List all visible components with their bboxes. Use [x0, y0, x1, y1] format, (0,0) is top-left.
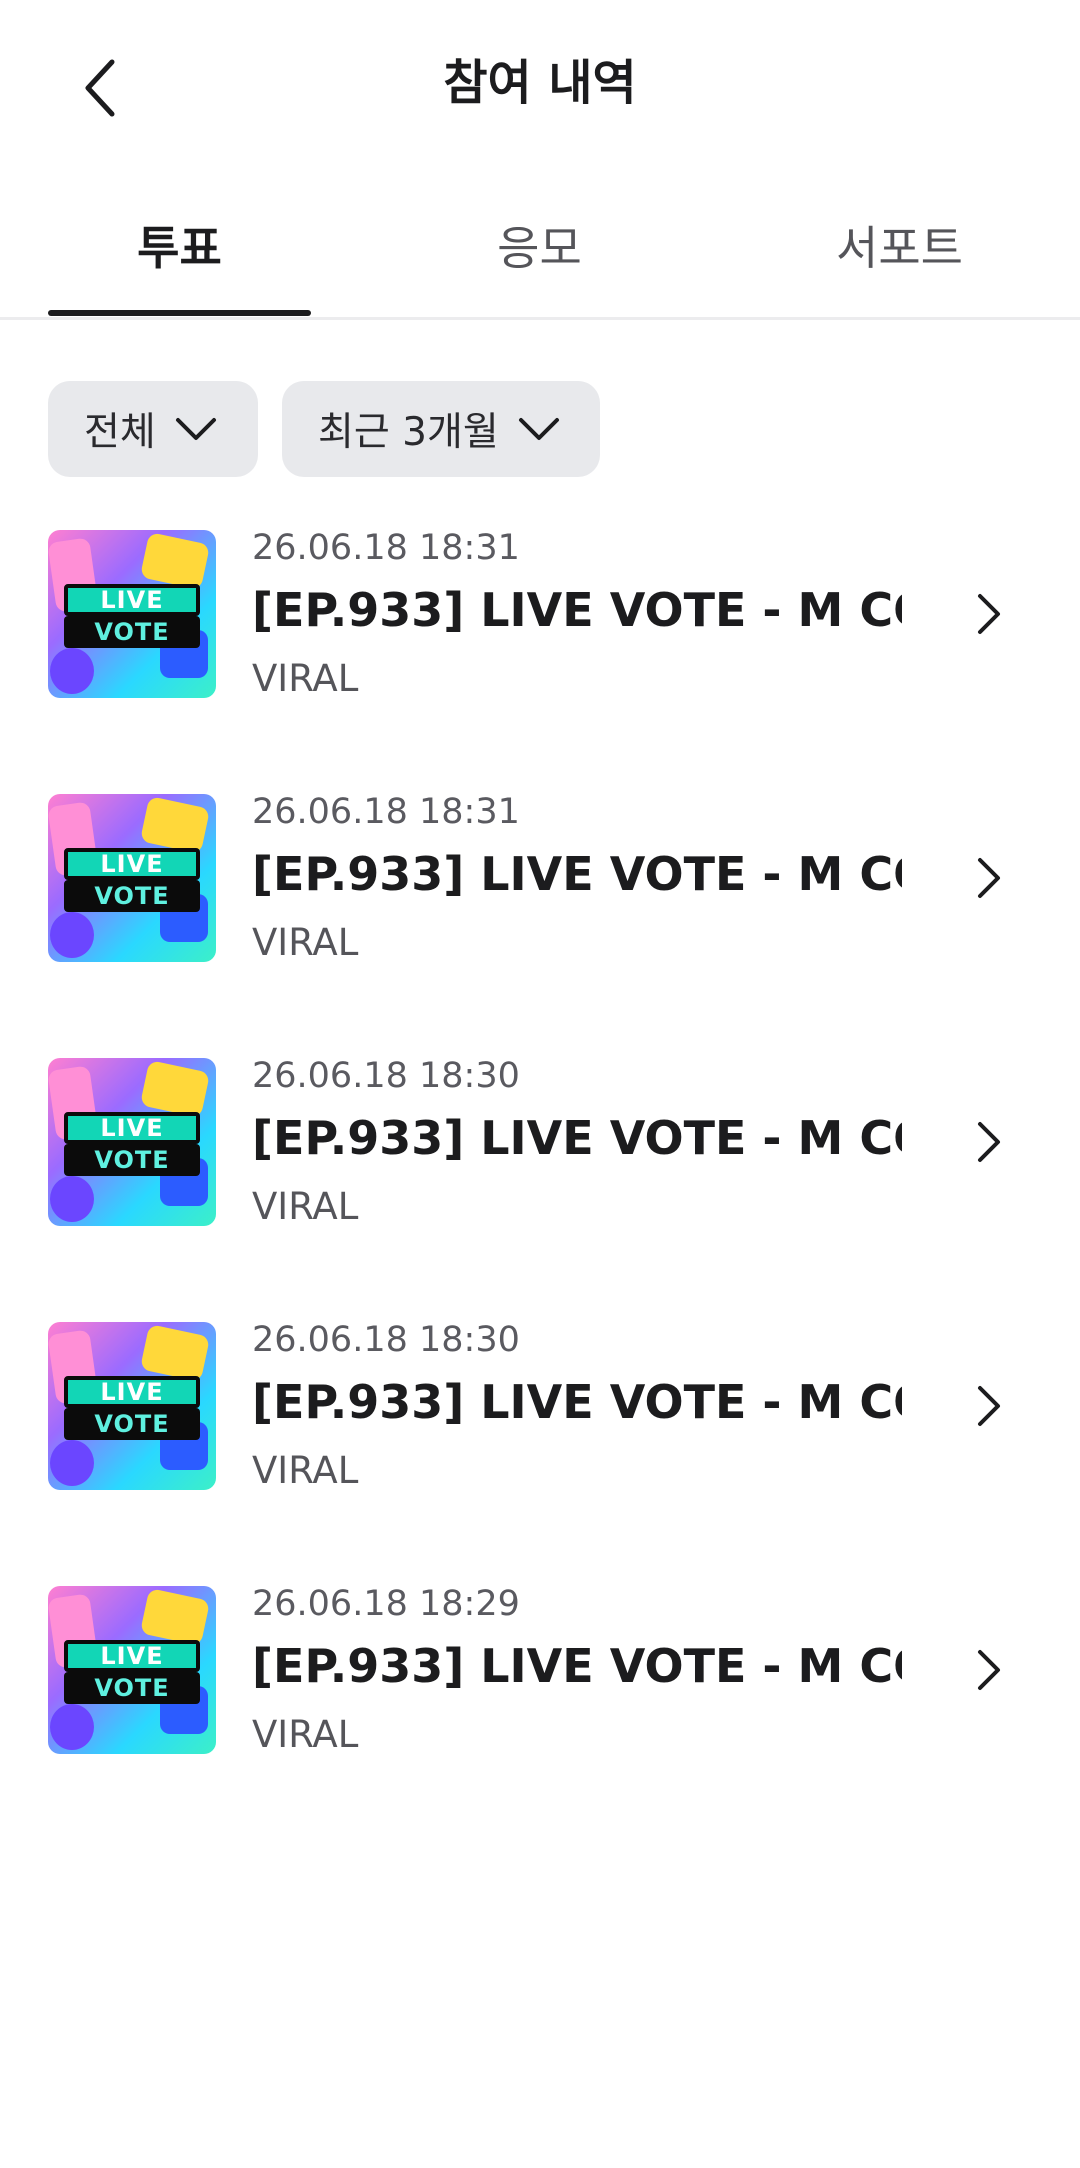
item-title: [EP.933] LIVE VOTE - M CO...	[252, 1375, 902, 1429]
item-date: 26.06.18 18:30	[252, 1320, 520, 1360]
item-date: 26.06.18 18:31	[252, 792, 520, 832]
thumbnail-text-vote: VOTE	[64, 1672, 200, 1704]
item-date: 26.06.18 18:30	[252, 1056, 520, 1096]
item-source: VIRAL	[252, 1185, 359, 1228]
item-source: VIRAL	[252, 921, 359, 964]
category-filter-dropdown[interactable]: 전체	[48, 381, 258, 477]
tab-bar: 투표 응모 서포트	[0, 195, 1080, 320]
thumbnail-text-live: LIVE	[64, 1640, 200, 1672]
active-tab-indicator	[48, 310, 311, 316]
chevron-right-icon	[964, 584, 1014, 644]
item-source: VIRAL	[252, 657, 359, 700]
chevron-right-icon	[964, 1112, 1014, 1172]
chevron-down-icon	[174, 407, 218, 451]
item-source: VIRAL	[252, 1449, 359, 1492]
live-vote-thumbnail: LIVE VOTE	[48, 530, 216, 698]
list-item[interactable]: LIVE VOTE 26.06.18 18:31 [EP.933] LIVE V…	[0, 528, 1080, 792]
top-app-bar: 참여 내역	[0, 0, 1080, 165]
thumbnail-text-vote: VOTE	[64, 880, 200, 912]
page-title: 참여 내역	[443, 55, 637, 111]
tab-support[interactable]: 서포트	[768, 213, 1031, 283]
item-title: [EP.933] LIVE VOTE - M CO...	[252, 847, 902, 901]
live-vote-thumbnail: LIVE VOTE	[48, 1586, 216, 1754]
live-vote-thumbnail: LIVE VOTE	[48, 1058, 216, 1226]
list-item[interactable]: LIVE VOTE 26.06.18 18:31 [EP.933] LIVE V…	[0, 792, 1080, 1056]
list-item[interactable]: LIVE VOTE 26.06.18 18:29 [EP.933] LIVE V…	[0, 1584, 1080, 1848]
live-vote-thumbnail: LIVE VOTE	[48, 1322, 216, 1490]
thumbnail-text-vote: VOTE	[64, 616, 200, 648]
item-date: 26.06.18 18:29	[252, 1584, 520, 1624]
item-title: [EP.933] LIVE VOTE - M CO...	[252, 1639, 902, 1693]
thumbnail-text-live: LIVE	[64, 1376, 200, 1408]
item-title: [EP.933] LIVE VOTE - M CO...	[252, 1111, 902, 1165]
thumbnail-text-live: LIVE	[64, 584, 200, 616]
period-filter-label: 최근 3개월	[318, 410, 499, 455]
chevron-right-icon	[964, 1376, 1014, 1436]
thumbnail-text-vote: VOTE	[64, 1408, 200, 1440]
tab-vote[interactable]: 투표	[48, 213, 311, 283]
item-source: VIRAL	[252, 1713, 359, 1756]
thumbnail-text-live: LIVE	[64, 848, 200, 880]
thumbnail-text-vote: VOTE	[64, 1144, 200, 1176]
chevron-right-icon	[964, 1640, 1014, 1700]
thumbnail-text-live: LIVE	[64, 1112, 200, 1144]
list-item[interactable]: LIVE VOTE 26.06.18 18:30 [EP.933] LIVE V…	[0, 1320, 1080, 1584]
participation-list: LIVE VOTE 26.06.18 18:31 [EP.933] LIVE V…	[0, 528, 1080, 1848]
item-title: [EP.933] LIVE VOTE - M CO...	[252, 583, 902, 637]
period-filter-dropdown[interactable]: 최근 3개월	[282, 381, 600, 477]
chevron-right-icon	[964, 848, 1014, 908]
live-vote-thumbnail: LIVE VOTE	[48, 794, 216, 962]
tab-entry[interactable]: 응모	[408, 213, 671, 283]
category-filter-label: 전체	[84, 410, 156, 455]
list-item[interactable]: LIVE VOTE 26.06.18 18:30 [EP.933] LIVE V…	[0, 1056, 1080, 1320]
chevron-down-icon	[517, 407, 561, 451]
item-date: 26.06.18 18:31	[252, 528, 520, 568]
